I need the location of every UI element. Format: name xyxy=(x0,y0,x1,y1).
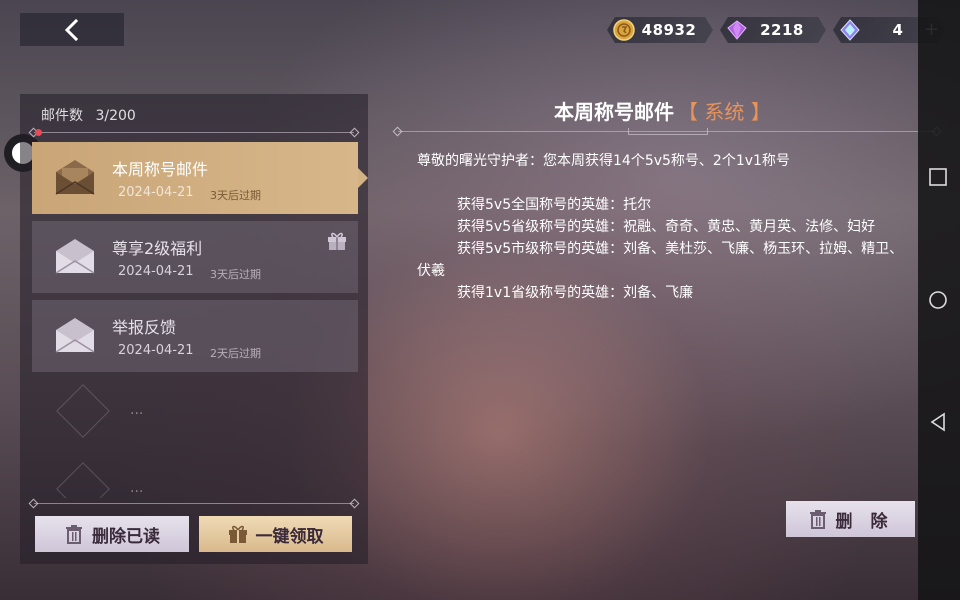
mail-item-title: 举报反馈 xyxy=(112,318,177,337)
mail-count-value: 3/200 xyxy=(95,108,136,124)
envelope-icon xyxy=(55,318,95,353)
trash-icon xyxy=(809,510,826,529)
trash-icon xyxy=(66,525,82,544)
mail-item-date: 2024-04-21 xyxy=(118,264,194,279)
back-nav-icon[interactable] xyxy=(928,412,948,432)
empty-mail-slot: ... xyxy=(32,458,358,498)
gold-currency: 48932 xyxy=(607,17,713,43)
delete-mail-label: 删 除 xyxy=(835,511,894,532)
recent-apps-icon[interactable] xyxy=(928,167,948,187)
mail-item-report-feedback[interactable]: 举报反馈 2024-04-21 2天后过期 xyxy=(32,300,358,372)
mail-body-gap xyxy=(417,172,917,194)
gem-amount: 2218 xyxy=(760,21,804,39)
delete-read-label: 删除已读 xyxy=(92,526,160,547)
mail-item-date: 2024-04-21 xyxy=(118,343,194,358)
mail-body-line: 获得5v5省级称号的英雄：祝融、奇奇、黄忠、黄月英、法修、妇好 xyxy=(457,219,876,235)
claim-all-button[interactable]: 一键领取 xyxy=(199,516,352,552)
claim-all-label: 一键领取 xyxy=(255,526,324,547)
unread-dot xyxy=(35,129,42,136)
home-icon[interactable] xyxy=(928,290,948,310)
gift-icon xyxy=(228,525,247,543)
mail-body-line: 获得1v1省级称号的英雄：刘备、飞廉 xyxy=(457,285,694,301)
mail-item-weekly-title[interactable]: 本周称号邮件 2024-04-21 3天后过期 xyxy=(32,142,368,214)
list-top-divider xyxy=(34,132,354,133)
detail-divider xyxy=(398,128,936,135)
star-crystal-icon xyxy=(839,19,861,41)
system-navigation-bar xyxy=(918,0,960,600)
envelope-icon xyxy=(55,239,95,274)
delete-read-button[interactable]: 删除已读 xyxy=(35,516,189,552)
mail-item-title: 本周称号邮件 xyxy=(112,160,209,179)
mail-item-date: 2024-04-21 xyxy=(118,185,194,200)
gold-amount: 48932 xyxy=(641,21,697,39)
delete-mail-button[interactable]: 删 除 xyxy=(786,501,915,537)
placeholder-dots: ... xyxy=(130,480,144,496)
list-bottom-divider xyxy=(34,503,354,504)
mail-list-panel: 邮件数 3/200 本周称号邮件 2024-04-21 3天后过期 尊享2级福利… xyxy=(20,94,368,564)
mail-detail-title: 本周称号邮件 xyxy=(554,100,674,124)
mail-count-label: 邮件数 xyxy=(41,108,83,124)
mail-item-expiry: 3天后过期 xyxy=(210,268,261,281)
mail-body-greeting: 尊敬的曙光守护者：您本周获得14个5v5称号、2个1v1称号 xyxy=(417,153,790,169)
mail-item-vip-benefit[interactable]: 尊享2级福利 2024-04-21 3天后过期 xyxy=(32,221,358,293)
selected-indicator xyxy=(358,168,368,188)
mail-item-expiry: 3天后过期 xyxy=(210,189,261,202)
mail-body-line: 获得5v5全国称号的英雄：托尔 xyxy=(457,197,652,213)
gem-currency: 2218 xyxy=(720,17,826,43)
purple-gem-icon xyxy=(726,19,748,41)
placeholder-dots: ... xyxy=(130,402,144,418)
chevron-left-icon xyxy=(64,18,79,41)
mail-count: 邮件数 3/200 xyxy=(41,105,136,125)
empty-mail-slot: ... xyxy=(32,380,358,452)
mail-item-expiry: 2天后过期 xyxy=(210,347,261,360)
back-button[interactable] xyxy=(20,13,124,46)
placeholder-diamond xyxy=(56,462,110,498)
gold-coin-icon xyxy=(613,19,635,41)
mail-detail-title-row: 本周称号邮件【 系统 】 xyxy=(554,96,771,125)
gift-icon xyxy=(328,232,346,250)
mail-source-tag: 【 系统 】 xyxy=(678,100,771,124)
mail-body-line: 获得5v5市级称号的英雄：刘备、美杜莎、飞廉、杨玉环、拉姆、精卫、伏羲 xyxy=(417,241,904,279)
divider-ornament xyxy=(628,128,708,135)
mail-body: 尊敬的曙光守护者：您本周获得14个5v5称号、2个1v1称号 获得5v5全国称号… xyxy=(417,150,917,304)
placeholder-diamond xyxy=(56,384,110,438)
envelope-icon xyxy=(55,160,95,195)
mail-item-title: 尊享2级福利 xyxy=(112,239,203,258)
